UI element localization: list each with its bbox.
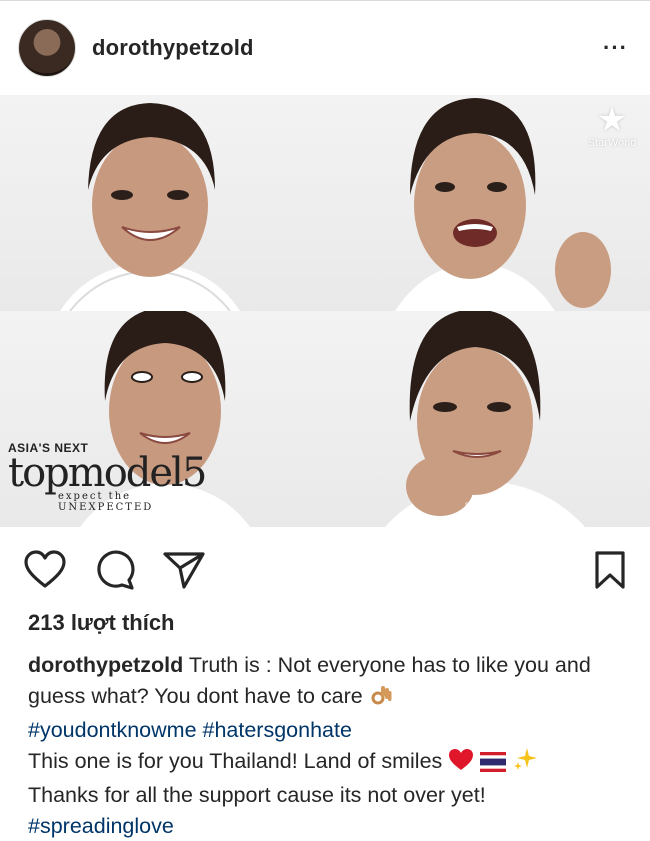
post-header: dorothypetzold ···: [0, 0, 650, 95]
starworld-text: StarWorld: [587, 137, 637, 149]
photo-panel-top-right: ★ StarWorld: [325, 95, 650, 311]
share-icon[interactable]: [162, 550, 206, 595]
more-options-icon[interactable]: ···: [603, 37, 628, 59]
post-caption: dorothypetzold Truth is : Not everyone h…: [28, 650, 628, 841]
like-heart-icon[interactable]: [24, 550, 66, 595]
red-heart-icon: [448, 748, 474, 781]
starworld-logo: ★ StarWorld: [582, 103, 642, 149]
hashtags-line-1[interactable]: #youdontknowme #hatersgonhate: [28, 718, 352, 742]
likes-count[interactable]: 213 lượt thích: [28, 610, 175, 636]
action-bar: [0, 540, 650, 600]
hashtags-line-2[interactable]: #spreadinglove: [28, 814, 174, 838]
star-icon: ★: [596, 101, 628, 139]
photo-panel-top-left: [0, 95, 325, 311]
copyright-text: ©2017 FOTOTV ASIA'S NEXT TOP MODEL: [465, 503, 529, 516]
sparkles-icon: [512, 746, 538, 781]
bookmark-icon[interactable]: [594, 550, 626, 595]
avatar[interactable]: [18, 19, 76, 77]
show-logo: ASIA'S NEXT topmodel5 expect the UNEXPEC…: [8, 441, 207, 513]
caption-author[interactable]: dorothypetzold: [28, 653, 183, 677]
comment-icon[interactable]: [94, 550, 136, 595]
thailand-flag-icon: [480, 750, 507, 781]
caption-text-2: This one is for you Thailand! Land of sm…: [28, 748, 443, 773]
caption-text-3: Thanks for all the support cause its not…: [28, 783, 486, 807]
show-logo-title: topmodel5: [8, 450, 207, 496]
photo-panel-bottom-right: [325, 311, 650, 527]
post-photo[interactable]: ★ StarWorld ASIA'S NEXT topmodel5 expect…: [0, 95, 650, 527]
post-username[interactable]: dorothypetzold: [92, 35, 254, 61]
ok-hand-icon: [369, 683, 393, 716]
